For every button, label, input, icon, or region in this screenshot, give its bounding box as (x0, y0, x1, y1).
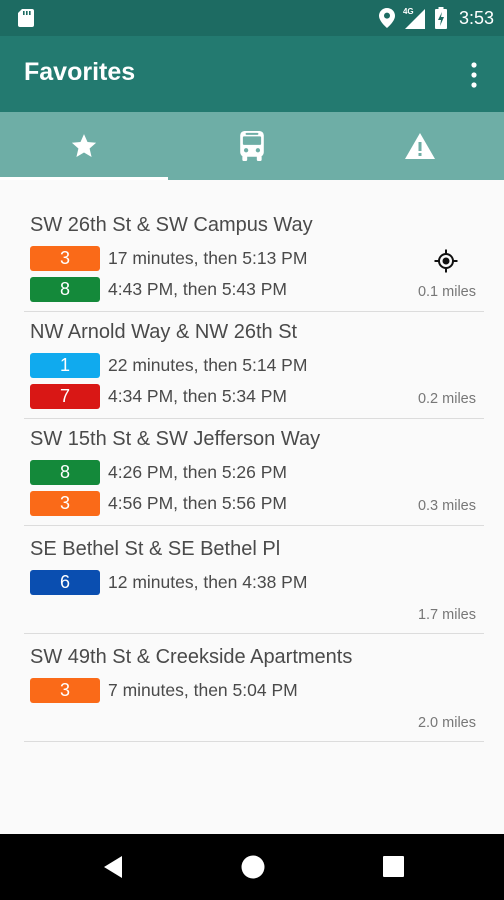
arrival-times: 7 minutes, then 5:04 PM (108, 679, 298, 700)
stop-name: SE Bethel St & SE Bethel Pl (30, 538, 281, 560)
route-badge: 3 (30, 677, 100, 703)
route-row: 3 4:56 PM, then 5:56 PM (30, 490, 287, 516)
route-row: 8 4:43 PM, then 5:43 PM (30, 276, 287, 302)
stop-name: SW 26th St & SW Campus Way (30, 214, 313, 236)
clock: 3:53 (458, 7, 494, 28)
route-row: 7 4:34 PM, then 5:34 PM (30, 383, 287, 409)
route-row: 6 12 minutes, then 4:38 PM (30, 569, 307, 595)
route-badge: 7 (30, 383, 100, 409)
status-bar: 4G 3:53 (0, 0, 504, 36)
star-icon (71, 134, 97, 157)
route-badge: 1 (30, 352, 100, 378)
stop-name: NW Arnold Way & NW 26th St (30, 321, 298, 343)
arrival-times: 22 minutes, then 5:14 PM (108, 354, 308, 375)
nearest-location-icon (434, 249, 458, 273)
route-row: 8 4:26 PM, then 5:26 PM (30, 459, 287, 485)
signal-icon: 4G (403, 7, 427, 29)
route-badge: 8 (30, 459, 100, 485)
stop-card[interactable]: SW 15th St & SW Jefferson Way 8 4:26 PM,… (24, 418, 484, 526)
tab-bar (0, 112, 504, 180)
arrival-times: 17 minutes, then 5:13 PM (108, 247, 308, 268)
stop-card[interactable]: NW Arnold Way & NW 26th St 1 22 minutes,… (24, 311, 484, 419)
system-navigation-bar (0, 834, 504, 900)
back-icon[interactable] (100, 854, 126, 880)
home-icon[interactable] (240, 854, 266, 880)
stop-name: SW 49th St & Creekside Apartments (30, 646, 353, 668)
stop-name: SW 15th St & SW Jefferson Way (30, 428, 321, 450)
route-row: 3 17 minutes, then 5:13 PM (30, 245, 307, 271)
route-row: 1 22 minutes, then 5:14 PM (30, 352, 307, 378)
tab-routes[interactable] (168, 112, 336, 180)
stop-distance: 2.0 miles (417, 715, 476, 731)
arrival-times: 12 minutes, then 4:38 PM (108, 571, 308, 592)
sd-card-icon (18, 9, 34, 27)
route-badge: 6 (30, 569, 100, 595)
arrival-times: 4:56 PM, then 5:56 PM (108, 492, 287, 513)
page-title: Favorites (24, 58, 136, 86)
stop-card[interactable]: SW 26th St & SW Campus Way 3 17 minutes,… (24, 204, 484, 312)
arrival-times: 4:26 PM, then 5:26 PM (108, 461, 287, 482)
tab-favorites[interactable] (0, 112, 168, 180)
selected-tab-indicator (0, 177, 168, 180)
arrival-times: 4:34 PM, then 5:34 PM (108, 385, 287, 406)
stop-distance: 0.1 miles (417, 284, 476, 300)
more-options-icon[interactable] (462, 60, 486, 90)
stop-card[interactable]: SW 49th St & Creekside Apartments 3 7 mi… (24, 633, 484, 742)
bus-icon (240, 131, 264, 161)
stop-distance: 1.7 miles (417, 607, 476, 623)
route-badge: 8 (30, 276, 100, 302)
location-icon (378, 8, 395, 28)
stop-distance: 0.3 miles (417, 498, 476, 514)
battery-charging-icon (434, 7, 447, 29)
route-badge: 3 (30, 490, 100, 516)
stop-card[interactable]: SE Bethel St & SE Bethel Pl 6 12 minutes… (24, 525, 484, 634)
alert-icon (405, 133, 435, 159)
route-badge: 3 (30, 245, 100, 271)
app-bar: Favorites (0, 36, 504, 112)
arrival-times: 4:43 PM, then 5:43 PM (108, 278, 287, 299)
recents-icon[interactable] (381, 854, 407, 880)
tab-alerts[interactable] (336, 112, 504, 180)
route-row: 3 7 minutes, then 5:04 PM (30, 677, 298, 703)
stop-distance: 0.2 miles (417, 391, 476, 407)
